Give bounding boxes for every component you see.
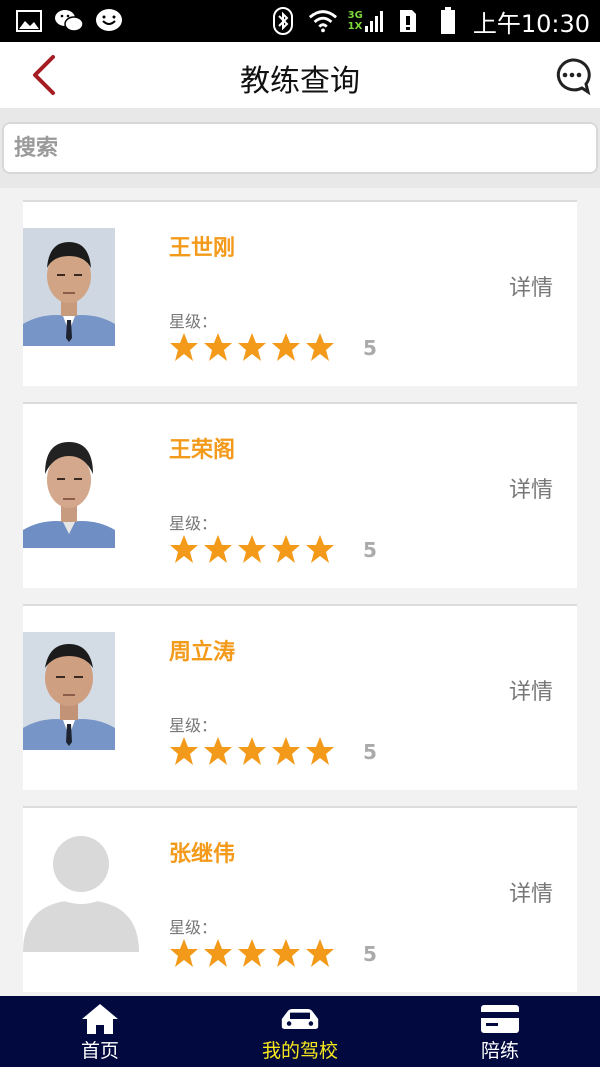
star-icon <box>272 737 300 765</box>
battery-icon <box>433 6 463 36</box>
detail-link[interactable]: 详情 <box>509 270 553 302</box>
star-icon <box>306 737 334 765</box>
star-rating <box>169 938 335 968</box>
tab-label: 陪练 <box>480 1040 519 1062</box>
star-icon <box>204 737 232 765</box>
star-icon <box>306 939 334 967</box>
star-rating <box>169 332 335 362</box>
rating-value: 5 <box>363 942 377 966</box>
search-bar <box>0 108 600 188</box>
chat-bubble-icon <box>556 58 591 96</box>
tab-label: 首页 <box>80 1040 119 1062</box>
bluetooth-icon <box>268 6 298 36</box>
page-title: 教练查询 <box>240 64 360 99</box>
coach-name: 王世刚 <box>169 236 236 261</box>
star-icon <box>170 737 198 765</box>
coach-photo <box>23 228 115 346</box>
star-icon <box>306 333 334 361</box>
clock: 上午10:30 <box>472 9 590 38</box>
sim-icon <box>393 6 423 36</box>
detail-link[interactable]: 详情 <box>509 876 553 908</box>
tab-home[interactable]: 首页 <box>0 996 200 1067</box>
star-icon <box>170 535 198 563</box>
coach-card[interactable]: 王荣阁 星级： 5 详情 <box>23 402 577 588</box>
star-icon <box>272 535 300 563</box>
status-bar: 3G 1X 上午10:30 <box>0 0 600 42</box>
star-icon <box>272 939 300 967</box>
rating-label: 星级： <box>169 716 218 735</box>
coach-name: 王荣阁 <box>169 438 236 463</box>
coach-card[interactable]: 王世刚 星级： 5 详情 <box>23 200 577 386</box>
message-button[interactable] <box>552 56 592 96</box>
coach-name: 张继伟 <box>169 842 236 867</box>
signal-icon: 3G 1X <box>348 10 383 32</box>
network-sub-label: 1X <box>347 21 363 32</box>
star-icon <box>238 939 266 967</box>
rating-label: 星级： <box>169 312 218 331</box>
rating-value: 5 <box>363 538 377 562</box>
network-type-label: 3G <box>347 10 363 21</box>
car-icon <box>280 1002 320 1036</box>
star-icon <box>238 333 266 361</box>
bottom-tab-bar: 首页 我的驾校 陪练 <box>0 996 600 1067</box>
star-icon <box>272 333 300 361</box>
star-icon <box>238 535 266 563</box>
wechat-icon <box>54 6 84 36</box>
star-icon <box>170 939 198 967</box>
coach-card[interactable]: 张继伟 星级： 5 详情 <box>23 806 577 992</box>
tab-practice[interactable]: 陪练 <box>400 996 600 1067</box>
star-icon <box>238 737 266 765</box>
default-avatar <box>23 834 139 952</box>
image-icon <box>14 6 44 36</box>
wifi-icon <box>308 6 338 36</box>
tab-label: 我的驾校 <box>261 1040 338 1062</box>
detail-link[interactable]: 详情 <box>509 674 553 706</box>
rating-value: 5 <box>363 740 377 764</box>
star-icon <box>170 333 198 361</box>
tab-my-school[interactable]: 我的驾校 <box>200 996 400 1067</box>
coach-card[interactable]: 周立涛 星级： 5 详情 <box>23 604 577 790</box>
star-icon <box>204 939 232 967</box>
rating-label: 星级： <box>169 918 218 937</box>
home-icon <box>80 1002 120 1036</box>
rating-value: 5 <box>363 336 377 360</box>
rating-label: 星级： <box>169 514 218 533</box>
star-icon <box>204 535 232 563</box>
coach-photo <box>23 430 115 548</box>
star-icon <box>306 535 334 563</box>
nav-bar: 教练查询 <box>0 42 600 108</box>
star-rating <box>169 736 335 766</box>
chat-bubble-icon <box>94 6 124 36</box>
star-rating <box>169 534 335 564</box>
card-icon <box>480 1002 520 1036</box>
star-icon <box>204 333 232 361</box>
detail-link[interactable]: 详情 <box>509 472 553 504</box>
search-input[interactable] <box>2 122 598 174</box>
coach-photo <box>23 632 115 750</box>
coach-name: 周立涛 <box>169 640 236 665</box>
